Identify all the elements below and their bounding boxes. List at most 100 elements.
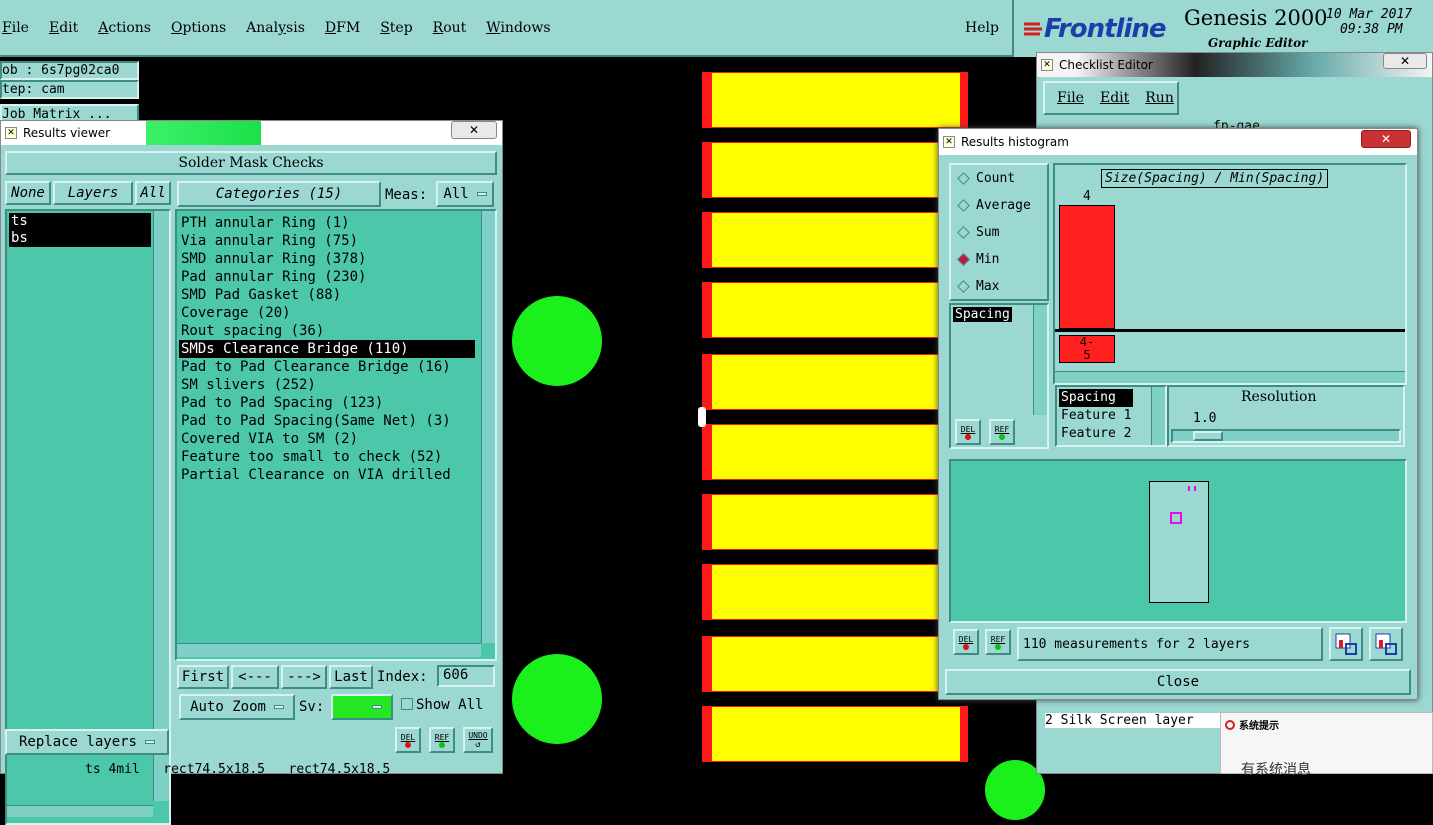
last-button[interactable]: Last: [329, 665, 373, 689]
green-dot-icon: [995, 643, 1001, 650]
mode-option-average[interactable]: Average: [951, 192, 1047, 219]
category-item[interactable]: Pad to Pad Clearance Bridge (16): [179, 358, 475, 376]
smd-pad: [702, 564, 968, 620]
checklist-run-menu[interactable]: Run: [1145, 90, 1174, 106]
sort-scrollbar[interactable]: [1151, 387, 1165, 445]
categories-scrollbar[interactable]: [481, 211, 495, 643]
none-button[interactable]: None: [5, 181, 51, 205]
layers-button[interactable]: Layers: [53, 181, 133, 205]
meas-dropdown[interactable]: All: [436, 181, 494, 207]
smd-pad: [702, 142, 968, 198]
category-item[interactable]: SMDs Clearance Bridge (110): [179, 340, 475, 358]
cursor-marker: [698, 407, 706, 427]
chart-hscrollbar[interactable]: [1055, 371, 1405, 383]
show-all-checkbox[interactable]: [401, 698, 413, 710]
dropdown-icon: [372, 705, 382, 709]
help-menu[interactable]: Help: [965, 20, 999, 36]
next-button[interactable]: --->: [281, 665, 327, 689]
layer-item[interactable]: ts: [9, 213, 151, 230]
solder-mask-header: Solder Mask Checks: [5, 151, 497, 175]
close-icon[interactable]: ✕: [1383, 53, 1427, 69]
category-item[interactable]: SM slivers (252): [179, 376, 475, 394]
export-icon[interactable]: [1329, 627, 1363, 661]
category-item[interactable]: Via annular Ring (75): [179, 232, 475, 250]
del-button[interactable]: DEL: [955, 419, 981, 445]
attribute-scrollbar[interactable]: [1033, 305, 1047, 415]
index-field[interactable]: 606: [437, 665, 495, 687]
del-button[interactable]: DEL: [395, 727, 421, 753]
system-popup[interactable]: 系统提示 有系统消息: [1220, 712, 1433, 778]
checklist-titlebar: ✕ Checklist Editor: [1037, 53, 1432, 77]
category-item[interactable]: Covered VIA to SM (2): [179, 430, 475, 448]
del-button[interactable]: DEL: [953, 629, 979, 655]
ref-button[interactable]: REF: [429, 727, 455, 753]
auto-zoom-dropdown[interactable]: Auto Zoom: [179, 694, 295, 720]
sv-color-dropdown[interactable]: [331, 694, 393, 720]
dropdown-icon: [145, 740, 155, 744]
resolution-panel: Resolution 1.0: [1167, 385, 1405, 447]
layer-item[interactable]: bs: [9, 230, 151, 247]
categories-list[interactable]: PTH annular Ring (1) Via annular Ring (75…: [175, 209, 497, 661]
category-item[interactable]: Pad to Pad Spacing (123): [179, 394, 475, 412]
show-all-label: Show All: [416, 697, 484, 713]
mode-radio-group: Count Average Sum Min Max: [949, 163, 1049, 301]
menu-edit[interactable]: Edit: [49, 20, 78, 36]
mode-label: Count: [976, 171, 1016, 186]
preview-feature: [1149, 481, 1209, 603]
mode-option-sum[interactable]: Sum: [951, 219, 1047, 246]
replace-layers-dropdown[interactable]: Replace layers: [5, 729, 169, 755]
menu-windows[interactable]: Windows: [486, 20, 550, 36]
categories-hscrollbar[interactable]: [177, 643, 481, 657]
first-button[interactable]: First: [177, 665, 229, 689]
attribute-item[interactable]: Spacing: [953, 307, 1012, 322]
menu-actions[interactable]: Actions: [98, 20, 151, 36]
categories-button[interactable]: Categories (15): [177, 181, 381, 207]
category-item[interactable]: SMD annular Ring (378): [179, 250, 475, 268]
close-button[interactable]: Close: [945, 669, 1411, 695]
prev-button[interactable]: <---: [231, 665, 279, 689]
smd-pad: [702, 424, 968, 480]
category-item[interactable]: SMD Pad Gasket (88): [179, 286, 475, 304]
measure-box: [1170, 512, 1182, 524]
checklist-edit-menu[interactable]: Edit: [1100, 90, 1129, 106]
ref-button[interactable]: REF: [989, 419, 1015, 445]
menu-dfm[interactable]: DFM: [325, 20, 360, 36]
category-item[interactable]: Feature too small to check (52): [179, 448, 475, 466]
menu-step[interactable]: Step: [380, 20, 412, 36]
menu-analysis[interactable]: Analysis: [246, 20, 305, 36]
close-icon[interactable]: ✕: [451, 121, 497, 139]
checklist-file-menu[interactable]: File: [1057, 90, 1084, 106]
mode-option-max[interactable]: Max: [951, 273, 1047, 300]
sort-item[interactable]: Spacing: [1059, 389, 1134, 407]
layers-hscrollbar[interactable]: [7, 805, 153, 817]
category-item[interactable]: Pad to Pad Spacing(Same Net) (3): [179, 412, 475, 430]
category-item[interactable]: Rout spacing (36): [179, 322, 475, 340]
ref-button[interactable]: REF: [985, 629, 1011, 655]
category-item[interactable]: Coverage (20): [179, 304, 475, 322]
close-icon[interactable]: ✕: [1361, 130, 1411, 148]
resolution-slider[interactable]: [1171, 429, 1401, 443]
attribute-list[interactable]: Spacing DEL REF: [949, 303, 1049, 449]
meas-label: Meas:: [385, 187, 428, 203]
import-icon[interactable]: [1369, 627, 1403, 661]
undo-button[interactable]: UNDO ↺: [463, 727, 493, 753]
category-item[interactable]: Partial Clearance on VIA drilled: [179, 466, 475, 484]
category-item[interactable]: PTH annular Ring (1): [179, 214, 475, 232]
mode-option-min[interactable]: Min: [951, 246, 1047, 273]
menu-options[interactable]: Options: [171, 20, 226, 36]
results-viewer-titlebar: ✕ Results viewer: [1, 121, 502, 145]
checklist-row[interactable]: 2 Silk Screen layer: [1045, 713, 1225, 728]
menu-rout[interactable]: Rout: [433, 20, 467, 36]
mode-label: Min: [976, 252, 1000, 267]
all-button[interactable]: All: [135, 181, 171, 205]
menu-file[interactable]: File: [2, 20, 29, 36]
category-item[interactable]: Pad annular Ring (230): [179, 268, 475, 286]
layers-scrollbar[interactable]: [153, 211, 169, 801]
sort-list[interactable]: Spacing Feature 1 Feature 2: [1055, 385, 1167, 447]
histogram-bar[interactable]: [1059, 205, 1115, 329]
sort-item[interactable]: Feature 1: [1059, 407, 1133, 425]
sort-item[interactable]: Feature 2: [1059, 425, 1133, 443]
mode-option-count[interactable]: Count: [951, 165, 1047, 192]
histogram-titlebar: ✕ Results histogram: [939, 129, 1417, 155]
slider-thumb[interactable]: [1193, 431, 1223, 441]
